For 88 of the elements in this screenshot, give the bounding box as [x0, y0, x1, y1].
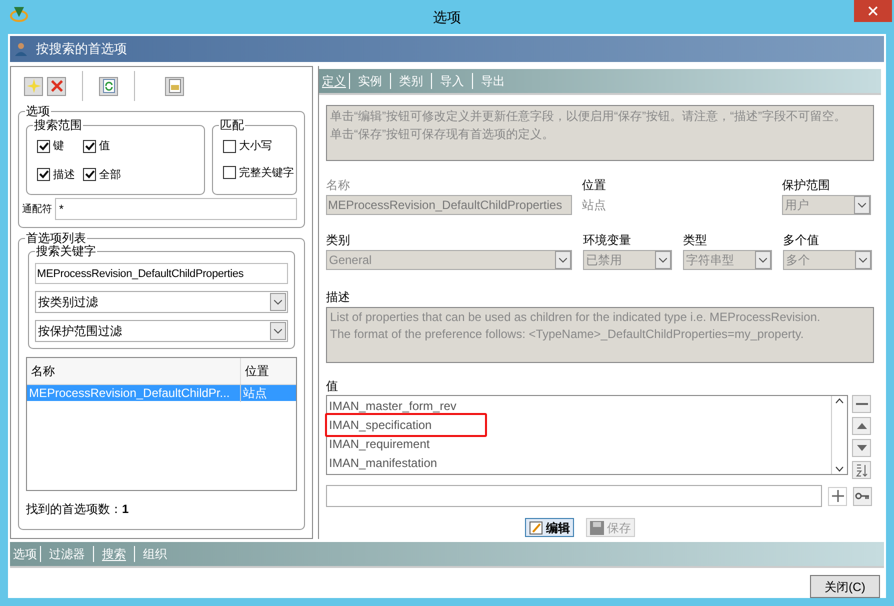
chevron-down-icon[interactable] [835, 466, 844, 472]
checkbox-label: 描述 [53, 168, 75, 182]
dropdown[interactable]: General [326, 250, 572, 270]
person-icon [14, 42, 28, 56]
tab[interactable]: 实例 [350, 72, 390, 90]
group-title: 首选项列表 [25, 231, 87, 245]
delete-button[interactable] [47, 76, 66, 96]
minus-icon [856, 402, 868, 406]
tab[interactable]: 导入 [432, 72, 472, 90]
header-title: 按搜索的首选项 [36, 40, 127, 58]
checkbox[interactable] [222, 140, 236, 153]
list-item[interactable]: IMAN_master_form_rev [329, 396, 456, 414]
wildcard-field[interactable]: * [55, 198, 297, 220]
key-icon [855, 492, 870, 500]
group-title: 选项 [25, 104, 51, 118]
app-logo-icon [10, 5, 28, 23]
tab[interactable]: 类别 [391, 72, 431, 90]
checkbox-label: 键 [53, 139, 64, 154]
move-up-button[interactable] [852, 417, 871, 435]
refresh-button[interactable] [99, 76, 118, 96]
close-icon [868, 6, 878, 16]
description-text: The format of the preference follows: <TypeName>_DefaultChildProperties=my_property. [330, 326, 805, 343]
dropdown[interactable]: 用户 [782, 195, 871, 215]
add-button[interactable] [828, 486, 847, 506]
dropdown[interactable]: 按类别过滤 [35, 291, 288, 313]
dropdown[interactable]: 按保护范围过滤 [35, 320, 288, 342]
table-cell: MEProcessRevision_DefaultChildPr... [27, 384, 241, 402]
field-label: 名称 [326, 178, 351, 192]
tab[interactable]: 导出 [473, 72, 513, 90]
chevron-up-icon[interactable] [835, 398, 844, 404]
export-button[interactable] [165, 76, 184, 96]
close-button[interactable] [854, 0, 892, 22]
dropdown[interactable]: 多个 [783, 250, 872, 270]
value-input-field[interactable] [326, 485, 822, 507]
tab[interactable]: 搜索 [94, 545, 134, 563]
triangle-up-icon [856, 423, 866, 429]
checkbox-label: 值 [99, 139, 110, 154]
field-label: 类型 [683, 233, 708, 247]
field-label: 环境变量 [583, 233, 632, 247]
pencil-icon [529, 520, 543, 534]
field-label: 通配符 [22, 202, 52, 216]
tab[interactable]: 组织 [135, 545, 175, 563]
info-text: 单击“编辑”按钮可修改定义并更新任意字段，以便启用“保存”按钮。请注意，“描述”字段不可留空。 [330, 108, 847, 125]
keyword-field[interactable]: MEProcessRevision_DefaultChildProperties [35, 263, 288, 284]
column-header[interactable]: 位置 [241, 358, 296, 384]
sort-icon [855, 464, 868, 476]
checkbox-label: 大小写 [238, 139, 272, 154]
dropdown[interactable]: 已禁用 [583, 250, 672, 270]
sort-button[interactable] [852, 461, 871, 479]
tab[interactable]: 过滤器 [41, 545, 93, 563]
remove-button[interactable] [852, 395, 871, 413]
found-count: 找到的首选项数：1 [26, 501, 130, 518]
checkbox[interactable] [83, 168, 96, 182]
checkbox-label: 全部 [99, 168, 121, 182]
location-value: 站点 [582, 197, 607, 214]
dropdown[interactable]: 字符串型 [683, 250, 772, 270]
key-button[interactable] [853, 486, 872, 506]
field-label: 多个值 [783, 233, 820, 247]
column-header[interactable]: 名称 [27, 358, 241, 384]
window-title: 选项 [432, 8, 462, 27]
field-label: 值 [326, 379, 339, 393]
triangle-down-icon [856, 445, 866, 451]
checkbox-label: 完整关键字 [238, 166, 294, 180]
group-title: 匹配 [218, 118, 245, 132]
field-label: 保护范围 [782, 178, 831, 192]
field-label: 位置 [582, 178, 607, 192]
move-down-button[interactable] [852, 439, 871, 457]
checkbox[interactable] [37, 140, 50, 153]
close-dialog-button[interactable]: 关闭(C) [810, 575, 880, 598]
list-item[interactable]: IMAN_manifestation [329, 454, 438, 472]
description-text: List of properties that can be used as children for the indicated type i.e. MEProcessRevision. [330, 309, 822, 326]
checkbox[interactable] [222, 166, 236, 180]
group-title: 搜索范围 [33, 118, 83, 132]
info-text: 单击“保存”按钮可保存现有首选项的定义。 [330, 126, 555, 143]
field-label: 描述 [326, 290, 351, 304]
list-item[interactable]: IMAN_specification [329, 416, 432, 434]
new-button[interactable] [24, 76, 43, 96]
list-item[interactable]: IMAN_requirement [329, 434, 430, 452]
field-label: 类别 [326, 233, 351, 247]
checkbox[interactable] [37, 168, 50, 182]
table-cell-text: 站点 [242, 385, 268, 402]
tab[interactable]: 选项 [10, 545, 40, 563]
group-title: 搜索关键字 [35, 244, 97, 258]
checkbox[interactable] [83, 140, 96, 153]
table-row[interactable]: MEProcessRevision_DefaultChildPr... 站点 [27, 385, 296, 401]
plus-icon [832, 490, 844, 502]
edit-button[interactable]: 编辑 [525, 518, 574, 537]
tab[interactable]: 定义 [319, 72, 349, 90]
